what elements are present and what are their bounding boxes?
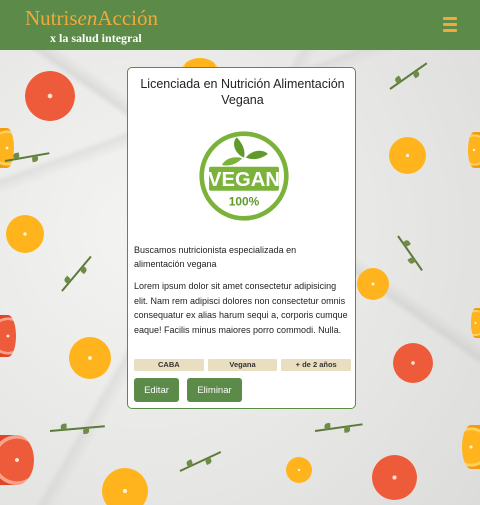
grapefruit-slice [0, 435, 34, 485]
orange-slice [0, 128, 14, 168]
herb-sprig [397, 235, 423, 271]
grapefruit-slice [372, 455, 417, 500]
herb-sprig [179, 451, 222, 472]
brand-tagline: x la salud integral [50, 31, 142, 45]
top-navbar: NutrisenAcción x la salud integral [0, 0, 480, 50]
card-title: Licenciada en Nutrición Alimentación Veg… [140, 77, 345, 107]
tag-list: CABA Vegana + de 2 años [134, 359, 352, 371]
card-lead: Buscamos nutricionista especializada en … [134, 245, 297, 269]
tag-location: CABA [134, 359, 204, 371]
orange-slice [357, 268, 389, 300]
herb-sprig [61, 255, 92, 292]
edit-button[interactable]: Editar [134, 378, 179, 402]
grapefruit-slice [393, 343, 433, 383]
tag-experience: + de 2 años [281, 359, 352, 371]
herb-sprig [49, 425, 105, 432]
vegan-badge-icon: VEGAN 100% [199, 131, 289, 221]
brand-logo[interactable]: NutrisenAcción [25, 6, 158, 31]
job-offer-card: Licenciada en Nutrición Alimentación Veg… [127, 67, 356, 409]
orange-slice [286, 457, 312, 483]
orange-slice [389, 137, 426, 174]
grapefruit-slice [0, 315, 16, 357]
brand-middle: en [77, 6, 98, 30]
orange-slice [462, 425, 480, 469]
orange-slice [69, 337, 111, 379]
herb-sprig [314, 423, 363, 432]
orange-slice [468, 132, 480, 168]
herb-sprig [389, 62, 428, 90]
badge-text: VEGAN [208, 169, 280, 191]
tag-specialty: Vegana [207, 359, 278, 371]
orange-slice [102, 468, 148, 505]
hamburger-icon[interactable] [443, 17, 457, 32]
delete-button[interactable]: Eliminar [187, 378, 242, 402]
orange-slice [471, 308, 480, 338]
brand-suffix: Acción [97, 6, 158, 30]
card-description: Lorem ipsum dolor sit amet consectetur a… [134, 281, 348, 335]
badge-subtext: 100% [229, 194, 260, 208]
grapefruit-slice [25, 71, 75, 121]
brand-prefix: Nutris [25, 6, 78, 30]
orange-slice [6, 215, 44, 253]
